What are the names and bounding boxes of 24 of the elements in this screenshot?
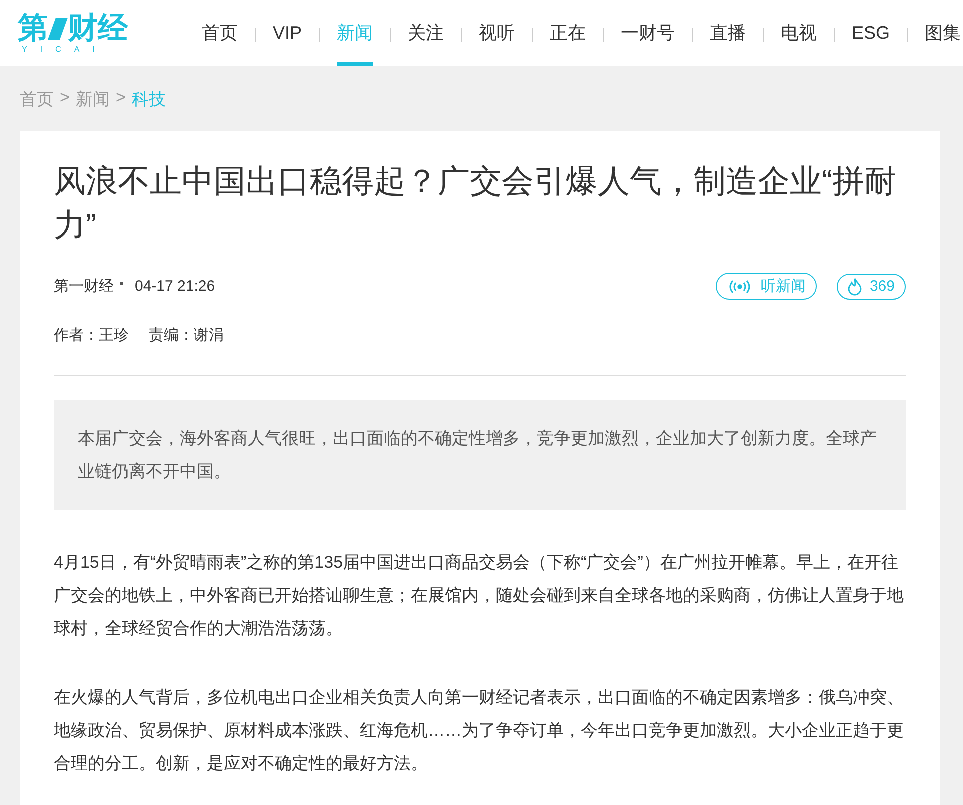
nav-tab[interactable]: 直播: [710, 0, 746, 66]
author-label: 作者：王珍: [54, 326, 129, 345]
nav-tab[interactable]: 首页: [202, 0, 238, 66]
nav-tab[interactable]: 视听: [479, 0, 516, 66]
logo-slash-icon: [48, 16, 68, 42]
nav-tab[interactable]: ESG: [852, 0, 890, 66]
nav-tab[interactable]: 电视: [781, 0, 818, 66]
breadcrumb-separator: >: [116, 88, 126, 109]
flame-icon: [848, 278, 862, 296]
editor-label: 责编：谢涓: [149, 326, 224, 345]
logo-subtitle: YICAI: [22, 44, 109, 54]
breadcrumb-separator: >: [60, 88, 70, 109]
nav-tab[interactable]: VIP: [273, 0, 302, 66]
nav-tab[interactable]: 图集: [925, 0, 962, 66]
body-paragraph: 在火爆的人气背后，多位机电出口企业相关负责人向第一财经记者表示，出口面临的不确定因素增多：俄乌冲突、地缘政治、贸易保护、原材料成本涨跌、红海危机……为了争夺订单，今年出口竞争更加激烈。大小企业正趋于更合理的分工。创新，是应对不确定性的最好方法。: [54, 687, 905, 775]
publish-time: 04-17 21:26: [135, 278, 216, 295]
source-label: 第一财经: [54, 277, 114, 296]
broadcast-icon: [726, 278, 753, 294]
summary-box: 本届广交会，海外客商人气很旺，出口面临的不确定性增多，竞争更加激烈，企业加大了创新力度。全球产业链仍离不开中国。: [54, 400, 906, 510]
nav-tab[interactable]: 一财号: [621, 0, 676, 66]
article-title: 风浪不止中国出口稳得起？广交会引爆人气，制造企业“拼耐力”: [54, 162, 898, 245]
nav-tab[interactable]: 正在: [550, 0, 586, 66]
nav-tab[interactable]: 关注: [408, 0, 444, 66]
body-paragraph: 4月15日，有“外贸晴雨表”之称的第135届中国进出口商品交易会（下称“广交会”）在广州拉开帷幕。早上，在开往广交会的地铁上，中外客商已开始搭讪聊生意；在展馆内，随处会碰到来自全球各地的采购商，仿佛让人置身于地球村，全球经贸合作的大潮浩浩荡荡。: [54, 552, 905, 640]
